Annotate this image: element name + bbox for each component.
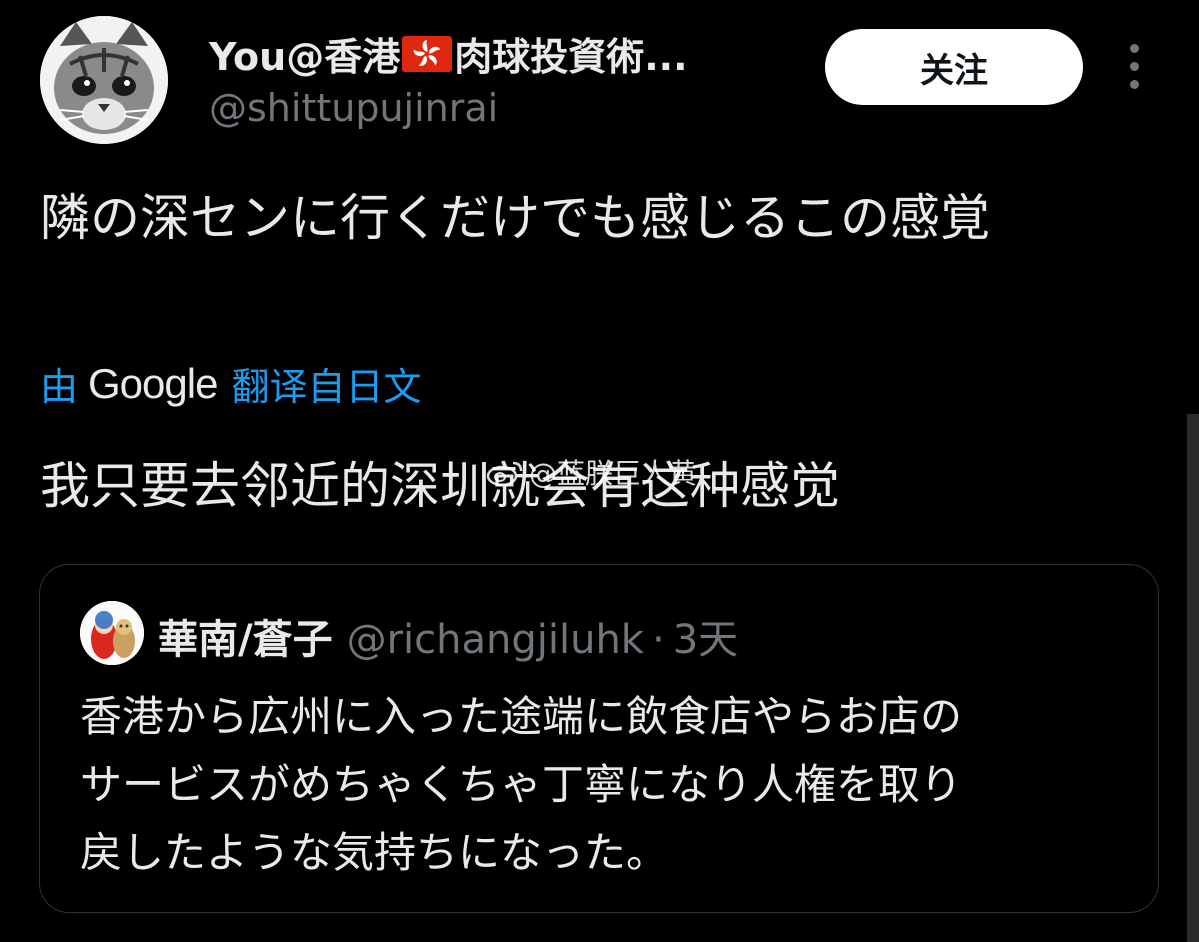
translation-prefix: 由 xyxy=(40,365,79,409)
quoted-author-avatar xyxy=(80,601,144,665)
google-logo: Google xyxy=(88,359,218,407)
dolls-avatar-icon xyxy=(80,601,144,665)
display-name-prefix: You@香港 xyxy=(209,35,401,79)
translation-text: 我只要去邻近的深圳就会有这种感觉 xyxy=(40,457,840,515)
follow-button[interactable]: 关注 xyxy=(825,29,1083,105)
quoted-display-name[interactable]: 華南/蒼子 xyxy=(158,607,333,665)
quoted-text-line: サービスがめちゃくちゃ丁寧になり人権を取り xyxy=(80,760,963,809)
display-name-suffix: 肉球投資術... xyxy=(454,35,688,79)
watermark: @蓝朕巨人黄 xyxy=(485,452,697,492)
hong-kong-flag-icon xyxy=(402,35,453,72)
quoted-text-line: 香港から広州に入った途端に飲食店やらお店の xyxy=(80,692,963,741)
quoted-header: 華南/蒼子 @richangjiluhk · 3天 xyxy=(158,607,738,665)
author-handle[interactable]: @shittupujinrai xyxy=(209,86,498,130)
translated-by-google[interactable]: 由 Google 翻译自日文 xyxy=(40,356,421,411)
tweet-text: 隣の深センに行くだけでも感じるこの感覚 xyxy=(40,189,990,247)
quoted-timestamp[interactable]: 3天 xyxy=(673,607,738,665)
quoted-separator: · xyxy=(651,617,665,663)
quoted-text: 香港から広州に入った途端に飲食店やらお店の サービスがめちゃくちゃ丁寧になり人権… xyxy=(80,683,962,887)
cat-avatar-icon xyxy=(40,16,168,144)
translation-suffix: 翻译自日文 xyxy=(231,365,422,409)
quoted-tweet[interactable]: 華南/蒼子 @richangjiluhk · 3天 香港から広州に入った途端に飲… xyxy=(39,564,1159,913)
watermark-text: @蓝朕巨人黄 xyxy=(529,457,698,490)
more-vertical-icon[interactable] xyxy=(1122,44,1146,92)
weibo-icon xyxy=(486,461,523,487)
author-display-name[interactable]: You@香港 肉球投資術... xyxy=(209,26,688,81)
quoted-text-line: 戻したような気持ちになった。 xyxy=(80,828,669,877)
author-avatar[interactable] xyxy=(40,16,168,144)
scrollbar[interactable] xyxy=(1187,414,1199,942)
quoted-handle[interactable]: @richangjiluhk xyxy=(347,617,644,663)
